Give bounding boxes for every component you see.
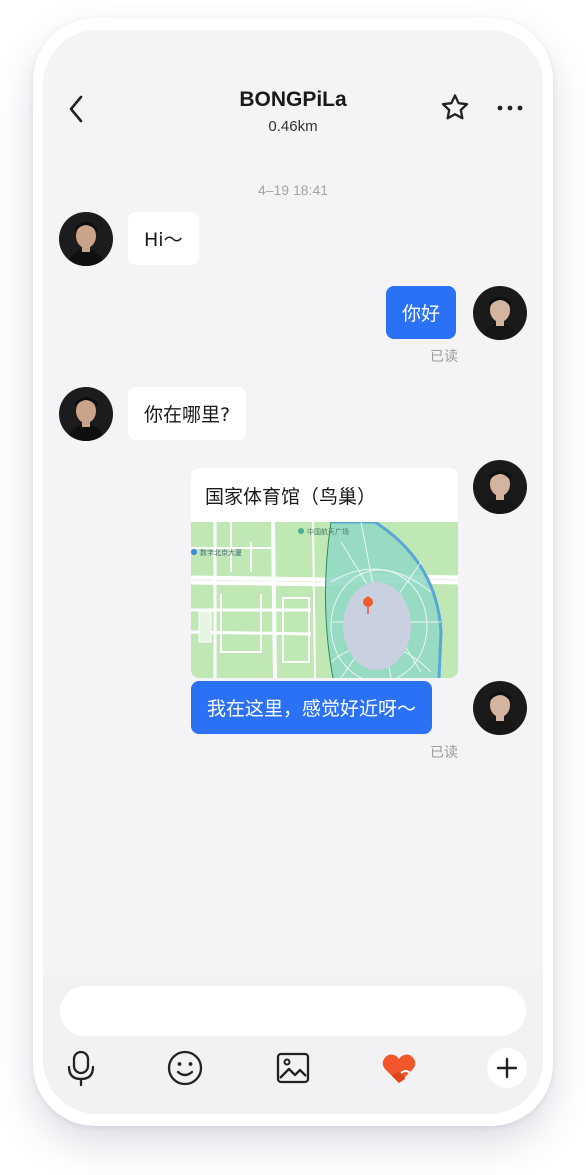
- chat-screen: BONGPiLa 0.46km 4–19 18:41 Hi～ 你好 已读 你在哪…: [43, 30, 543, 1114]
- contact-avatar[interactable]: [59, 212, 113, 266]
- message-input[interactable]: [60, 986, 526, 1036]
- star-icon[interactable]: [439, 92, 471, 124]
- image-icon[interactable]: [273, 1048, 313, 1088]
- emoji-icon[interactable]: [165, 1048, 205, 1088]
- message-text: 你好: [402, 303, 441, 325]
- contact-avatar[interactable]: [59, 387, 113, 441]
- phone-frame: BONGPiLa 0.46km 4–19 18:41 Hi～ 你好 已读 你在哪…: [33, 18, 553, 1126]
- composer-bar: [43, 974, 543, 1114]
- outgoing-message-bubble[interactable]: 我在这里，感觉好近呀～: [191, 681, 433, 734]
- more-icon[interactable]: [495, 102, 525, 114]
- location-map[interactable]: 中国航天广场 数字北京大厦: [191, 522, 458, 678]
- plus-button[interactable]: [487, 1048, 527, 1088]
- map-label: 数字北京大厦: [200, 548, 242, 557]
- read-status: 已读: [430, 349, 458, 365]
- message-timestamp: 4–19 18:41: [257, 182, 329, 198]
- my-avatar[interactable]: [473, 681, 527, 735]
- outgoing-message-bubble[interactable]: 你好: [386, 286, 457, 339]
- incoming-message-bubble[interactable]: 你在哪里?: [128, 387, 247, 440]
- map-label: 中国航天广场: [307, 527, 349, 536]
- message-text: 你在哪里?: [144, 404, 231, 426]
- message-text: Hi～: [144, 229, 183, 251]
- location-name: 国家体育馆（鸟巢）: [205, 486, 377, 508]
- plus-icon: [496, 1057, 518, 1079]
- top-bar: BONGPiLa 0.46km: [43, 30, 543, 170]
- heart-icon[interactable]: [379, 1048, 419, 1088]
- my-avatar[interactable]: [473, 286, 527, 340]
- read-status: 已读: [430, 745, 458, 761]
- message-text: 我在这里，感觉好近呀～: [207, 698, 417, 720]
- incoming-message-bubble[interactable]: Hi～: [128, 212, 199, 265]
- location-card[interactable]: 国家体育馆（鸟巢） 中国航天广场 数字北京大厦: [191, 468, 458, 678]
- my-avatar[interactable]: [473, 460, 527, 514]
- microphone-icon[interactable]: [61, 1048, 101, 1088]
